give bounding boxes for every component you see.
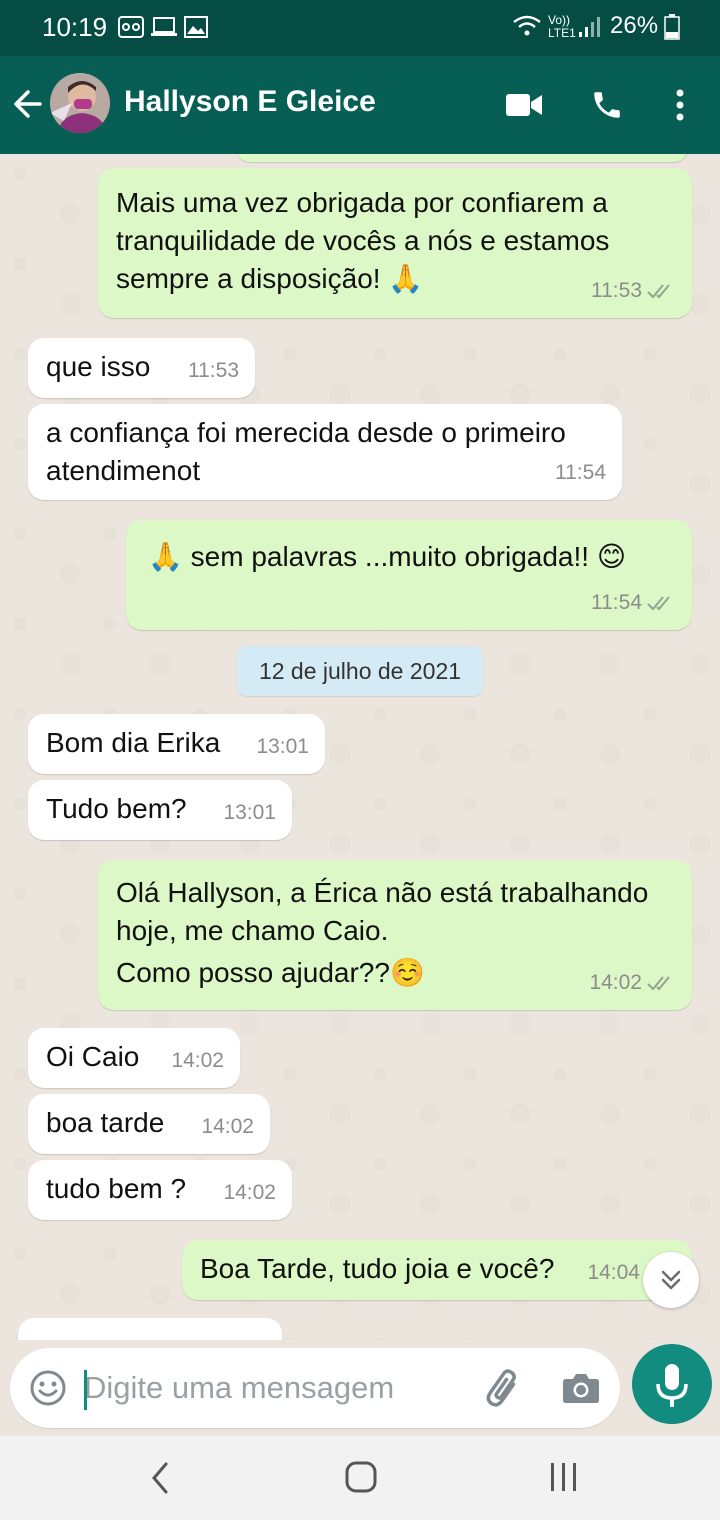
status-bar: 10:19 Vo)) LTE1 26%: [0, 0, 720, 56]
message-bubble-outgoing[interactable]: 🙏 sem palavras ...muito obrigada!! 😊 11:…: [126, 520, 692, 630]
message-bubble-partial: [236, 154, 688, 162]
message-time: 11:53: [188, 359, 239, 382]
nav-recents-icon[interactable]: [548, 1460, 580, 1494]
message-time: 14:02: [223, 1181, 276, 1204]
message-bubble-incoming[interactable]: Tudo bem? 13:01: [28, 780, 292, 840]
message-meta: 11:54: [591, 584, 676, 622]
voice-call-icon[interactable]: [590, 88, 624, 122]
message-meta: 14:02: [201, 1108, 254, 1146]
message-bubble-incoming[interactable]: que isso 11:53: [28, 338, 255, 398]
contact-name[interactable]: Hallyson E Gleice: [124, 85, 376, 119]
mic-button[interactable]: [632, 1344, 712, 1424]
avatar-image: [50, 73, 110, 133]
message-meta: 14:02: [589, 964, 676, 1002]
text-caret: [84, 1370, 87, 1410]
message-bubble-outgoing[interactable]: Olá Hallyson, a Érica não está trabalhan…: [98, 860, 692, 1010]
scroll-down-icon: [661, 1270, 681, 1290]
message-bubble-incoming[interactable]: Oi Caio 14:02: [28, 1028, 240, 1088]
message-bubble-outgoing[interactable]: Boa Tarde, tudo joia e você? 14:04: [182, 1240, 692, 1300]
message-meta: 13:01: [223, 794, 276, 832]
emoji-icon[interactable]: [28, 1368, 68, 1408]
contact-avatar[interactable]: [50, 73, 110, 133]
message-time: 14:04: [587, 1261, 640, 1284]
mic-icon: [656, 1364, 688, 1407]
message-time: 13:01: [256, 735, 309, 758]
message-bubble-incoming[interactable]: tudo bem ? 14:02: [28, 1160, 292, 1220]
message-time: 14:02: [201, 1115, 254, 1138]
message-meta: 11:53: [591, 272, 676, 310]
message-composer: [0, 1340, 720, 1436]
message-time: 11:54: [591, 591, 642, 614]
message-text: a confiança foi merecida desde o primeir…: [46, 417, 566, 486]
message-bubble-incoming[interactable]: Bom dia Erika 13:01: [28, 714, 325, 774]
chat-area[interactable]: Mais uma vez obrigada por confiarem a tr…: [0, 154, 720, 1340]
back-arrow-icon[interactable]: [10, 82, 50, 126]
message-meta: 14:04: [587, 1254, 640, 1292]
nav-back-icon[interactable]: [148, 1460, 172, 1496]
message-meta: 11:53: [188, 352, 239, 390]
message-text: 🙏 sem palavras ...muito obrigada!! 😊: [148, 541, 627, 572]
message-bubble-incoming[interactable]: boa tarde 14:02: [28, 1094, 270, 1154]
message-time: 14:02: [589, 971, 642, 994]
chat-header: Hallyson E Gleice: [0, 56, 720, 154]
voicemail-notification-icon: [118, 16, 144, 38]
wifi-icon: [513, 15, 541, 36]
nav-home-icon[interactable]: [344, 1460, 378, 1494]
battery-icon: [664, 14, 680, 40]
message-time: 14:02: [171, 1049, 224, 1072]
network-label: Vo)) LTE1: [548, 13, 576, 40]
message-input-container[interactable]: [10, 1348, 620, 1428]
battery-percent: 26%: [610, 12, 659, 39]
image-notification-icon: [184, 16, 208, 38]
camera-icon[interactable]: [562, 1372, 600, 1404]
laptop-notification-icon: [151, 17, 177, 36]
double-check-icon: [647, 284, 670, 299]
message-meta: 14:02: [223, 1174, 276, 1212]
double-check-icon: [647, 596, 670, 611]
message-meta: 11:54: [555, 454, 606, 492]
more-options-icon[interactable]: [672, 88, 688, 122]
message-meta: 13:01: [256, 728, 309, 766]
system-navigation-bar: [0, 1436, 720, 1520]
message-time: 11:54: [555, 461, 606, 484]
double-check-icon: [647, 976, 670, 991]
scroll-down-button[interactable]: [643, 1252, 699, 1308]
status-time: 10:19: [42, 12, 108, 42]
message-time: 11:53: [591, 279, 642, 302]
message-bubble-incoming[interactable]: a confiança foi merecida desde o primeir…: [28, 404, 622, 500]
message-meta: 14:02: [171, 1042, 224, 1080]
message-time: 13:01: [223, 801, 276, 824]
attach-icon[interactable]: [484, 1366, 524, 1410]
date-separator: 12 de julho de 2021: [237, 646, 483, 696]
video-call-icon[interactable]: [505, 92, 543, 118]
message-bubble-partial: [18, 1318, 282, 1340]
message-input[interactable]: [84, 1366, 464, 1410]
signal-icon: [579, 17, 600, 37]
message-bubble-outgoing[interactable]: Mais uma vez obrigada por confiarem a tr…: [98, 168, 692, 318]
message-text-line-1: Olá Hallyson, a Érica não está trabalhan…: [116, 877, 649, 946]
